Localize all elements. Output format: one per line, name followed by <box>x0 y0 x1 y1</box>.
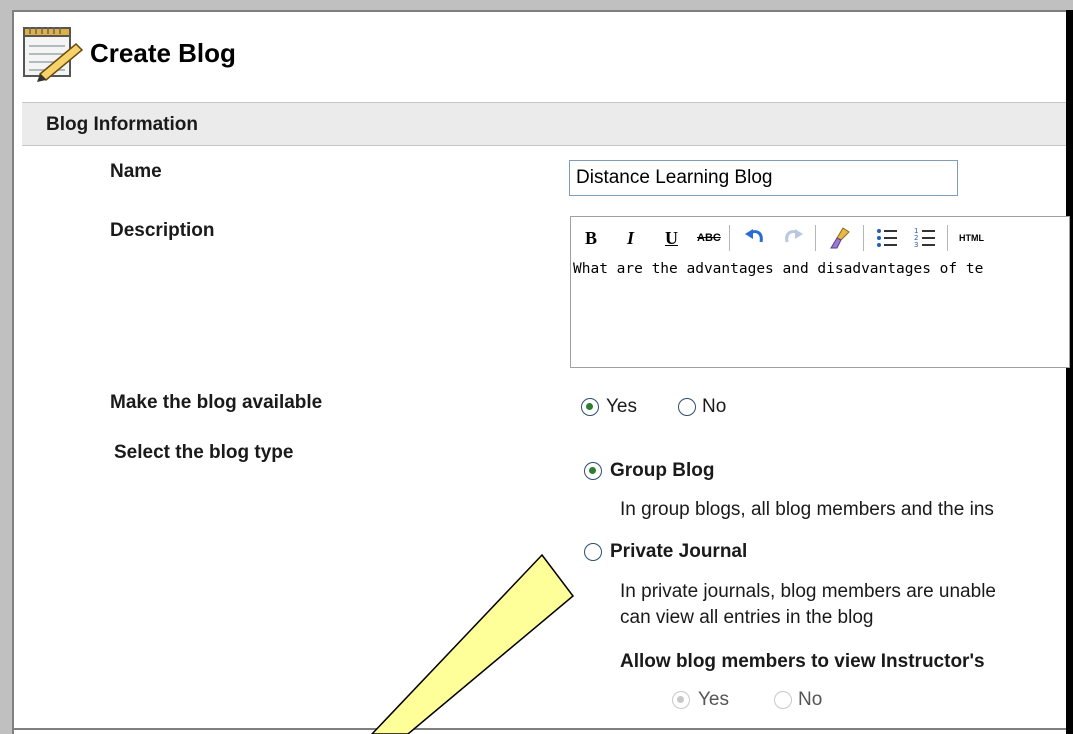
bold-button[interactable]: B <box>585 226 597 250</box>
italic-button[interactable]: I <box>627 226 634 250</box>
clean-format-icon[interactable] <box>827 226 853 250</box>
window-frame-top <box>0 0 1073 10</box>
frame-border <box>12 728 1073 730</box>
toolbar-separator <box>863 225 864 251</box>
private-journal-description: In private journals, blog members are un… <box>620 581 996 602</box>
svg-text:3: 3 <box>914 241 918 249</box>
section-header: Blog Information <box>22 102 1066 146</box>
frame-border <box>12 10 1073 12</box>
undo-icon[interactable] <box>743 226 767 250</box>
editor-toolbar: B I U ABC 123 HTML <box>571 217 1069 259</box>
toolbar-separator <box>729 225 730 251</box>
name-input[interactable] <box>569 160 958 196</box>
instructor-yes-label: Yes <box>698 689 729 710</box>
numbered-list-icon[interactable]: 123 <box>913 226 937 250</box>
toolbar-separator <box>947 225 948 251</box>
strikethrough-button[interactable]: ABC <box>697 226 721 250</box>
toolbar-separator <box>815 225 816 251</box>
group-blog-title[interactable]: Group Blog <box>610 460 714 482</box>
instructor-no-radio[interactable] <box>774 691 792 709</box>
window-frame-left <box>0 0 12 734</box>
section-title: Blog Information <box>46 114 198 135</box>
page-title: Create Blog <box>90 38 236 68</box>
available-yes-radio[interactable] <box>581 398 599 416</box>
available-yes-label[interactable]: Yes <box>606 396 637 418</box>
private-journal-title[interactable]: Private Journal <box>610 541 747 563</box>
group-blog-radio[interactable] <box>584 462 602 480</box>
instructor-no-label: No <box>798 689 823 710</box>
private-journal-description: can view all entries in the blog <box>620 607 874 628</box>
blog-type-label: Select the blog type <box>114 442 294 463</box>
description-editor[interactable]: B I U ABC 123 HTML What are the advantag <box>570 216 1070 368</box>
available-no-label[interactable]: No <box>702 396 726 418</box>
available-no-radio[interactable] <box>678 398 696 416</box>
description-text[interactable]: What are the advantages and disadvantage… <box>573 261 983 277</box>
bullet-list-icon[interactable] <box>875 226 899 250</box>
group-blog-description: In group blogs, all blog members and the… <box>620 499 994 520</box>
available-label: Make the blog available <box>110 392 323 413</box>
instructor-yes-radio[interactable] <box>672 691 690 709</box>
frame-border <box>12 10 14 734</box>
instructor-view-label: Allow blog members to view Instructor's <box>620 651 985 672</box>
frame-border <box>1066 10 1073 734</box>
description-label: Description <box>110 220 215 241</box>
html-button[interactable]: HTML <box>959 226 984 250</box>
name-label: Name <box>110 161 162 182</box>
underline-button[interactable]: U <box>665 226 678 250</box>
redo-icon[interactable] <box>781 226 805 250</box>
private-journal-radio[interactable] <box>584 543 602 561</box>
notepad-pencil-icon <box>23 27 84 82</box>
